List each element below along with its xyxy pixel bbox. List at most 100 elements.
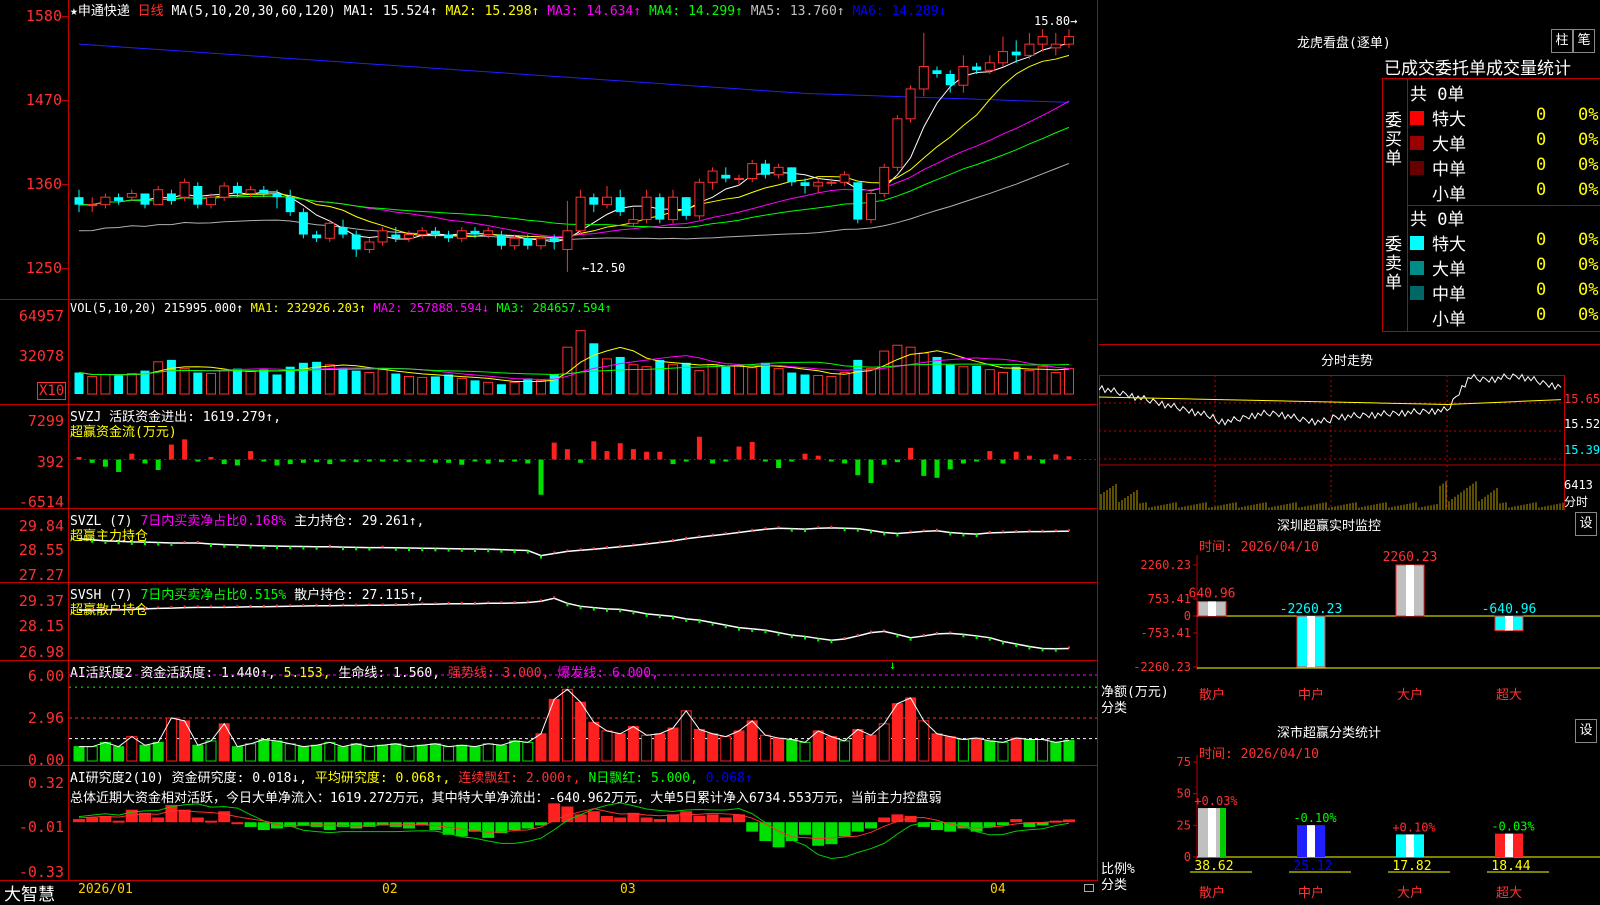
research-bar bbox=[205, 820, 217, 823]
activity-bar bbox=[126, 736, 138, 762]
candle-body bbox=[972, 66, 982, 71]
activity-bar bbox=[957, 739, 969, 762]
svsh-chart[interactable] bbox=[69, 584, 1097, 660]
volume-bar bbox=[364, 372, 375, 395]
candle-body bbox=[166, 193, 176, 201]
research-bar bbox=[548, 803, 561, 823]
candle-body bbox=[232, 186, 242, 194]
ai-active-chart[interactable]: ↓ bbox=[69, 661, 1097, 765]
activity-bar bbox=[482, 743, 494, 762]
classify-bar-1 bbox=[1297, 825, 1325, 857]
research-bar bbox=[1010, 819, 1023, 823]
ma5-line bbox=[78, 162, 1070, 241]
buy-row-2: 中单 0 0% bbox=[1410, 155, 1600, 180]
fund-flow-bar bbox=[1026, 455, 1032, 460]
volume-bar bbox=[206, 373, 216, 395]
monitor-cat-1: 中户 bbox=[1298, 687, 1324, 703]
row-name: 大单 bbox=[1432, 135, 1466, 155]
activity-bar bbox=[812, 730, 824, 762]
activity-bar bbox=[971, 737, 983, 762]
svzl-chart[interactable] bbox=[69, 511, 1097, 581]
candle-body bbox=[536, 237, 546, 247]
fund-flow-bar bbox=[142, 459, 148, 464]
volume-bar bbox=[998, 372, 1008, 395]
fund-flow-bar bbox=[947, 459, 953, 470]
activity-bar bbox=[86, 746, 98, 762]
research-bar bbox=[73, 819, 85, 823]
low-price-label: ←12.50 bbox=[582, 261, 626, 275]
volume-bar bbox=[721, 366, 731, 394]
research-bar bbox=[337, 822, 349, 827]
candle-body bbox=[391, 234, 401, 239]
legend-swatch bbox=[1410, 136, 1424, 150]
volume-bar bbox=[179, 368, 190, 395]
classify-cat-2: 大户 bbox=[1397, 885, 1423, 900]
activity-bar bbox=[641, 734, 653, 762]
fund-flow-bar bbox=[657, 451, 663, 460]
lock-icon[interactable] bbox=[1084, 884, 1094, 892]
candle-body bbox=[126, 192, 137, 198]
svzj-chart[interactable] bbox=[69, 410, 1097, 506]
buy-side-label: 委买单 bbox=[1385, 111, 1402, 169]
volume-bar bbox=[707, 364, 718, 395]
classify-bar-edge bbox=[1418, 834, 1424, 857]
intraday-tick-2: 15.39 bbox=[1564, 443, 1600, 457]
classify-ylabel-2: 分类 bbox=[1101, 878, 1128, 893]
activity-bar bbox=[258, 739, 270, 762]
row-count: 0 bbox=[1536, 130, 1547, 150]
classify-chart[interactable]: 7550250+0.03%38.62散户-0.10%25.12中户+0.10%1… bbox=[1099, 710, 1600, 900]
fund-flow-bar bbox=[89, 459, 95, 463]
fund-flow-bar bbox=[1040, 459, 1046, 464]
fund-flow-bar bbox=[498, 459, 504, 463]
kline-chart[interactable] bbox=[69, 18, 1097, 298]
volume-bar bbox=[945, 364, 955, 394]
ai-research-chart[interactable] bbox=[69, 766, 1097, 880]
activity-bar bbox=[891, 703, 903, 762]
stock-title[interactable]: ★申通快递 bbox=[70, 4, 130, 19]
activity-bar bbox=[878, 723, 890, 762]
volume-bar bbox=[972, 365, 982, 394]
x-tick-1: 02 bbox=[382, 882, 398, 897]
monitor-chart[interactable]: 2260.23 753.41 0 -753.41 -2260.23 640.96 散户 -22… bbox=[1099, 510, 1600, 710]
main-chart-area[interactable]: ★申通快递 日线 MA(5,10,20,30,60,120) MA1: 15.5… bbox=[0, 0, 1098, 905]
candle-body bbox=[259, 189, 269, 194]
row-name: 小单 bbox=[1432, 185, 1466, 205]
row-count: 0 bbox=[1536, 305, 1547, 325]
legend-swatch bbox=[1410, 311, 1424, 325]
vol-ma2: MA2: 257888.594↓ bbox=[373, 301, 490, 315]
volume-bar bbox=[1011, 366, 1021, 394]
legend-swatch bbox=[1410, 186, 1424, 200]
volume-chart[interactable] bbox=[69, 316, 1097, 398]
candle-body bbox=[984, 62, 995, 71]
row-pct: 0% bbox=[1578, 305, 1599, 325]
intraday-tick-0: 15.65 bbox=[1564, 392, 1600, 406]
activity-bar bbox=[205, 740, 217, 762]
volume-bar bbox=[549, 374, 559, 394]
fund-flow-bar bbox=[987, 451, 993, 460]
classify-bar-highlight bbox=[1505, 833, 1513, 857]
research-bar bbox=[878, 817, 891, 823]
monitor-bar-label-3: -640.96 bbox=[1482, 602, 1537, 617]
volume-bar bbox=[734, 365, 744, 395]
candle-body bbox=[932, 70, 942, 74]
svzj-tick-1: 392 bbox=[36, 453, 64, 471]
fund-flow-bar bbox=[564, 449, 570, 460]
candle-body bbox=[179, 181, 190, 198]
row-name: 大单 bbox=[1432, 260, 1466, 280]
research-bar bbox=[719, 817, 732, 823]
ai-research-tick-0: 0.32 bbox=[27, 774, 64, 792]
activity-bar bbox=[443, 746, 455, 762]
research-bar bbox=[759, 822, 772, 842]
classify-bar-edge bbox=[1517, 833, 1523, 857]
research-bar bbox=[614, 817, 627, 823]
candle-body bbox=[905, 88, 916, 120]
volume-bar bbox=[787, 372, 797, 394]
period-label[interactable]: 日线 bbox=[138, 4, 164, 19]
candle-body bbox=[562, 230, 573, 250]
sell-row-1: 大单 0 0% bbox=[1410, 255, 1600, 280]
fund-flow-bar bbox=[485, 459, 491, 464]
intraday-chart[interactable] bbox=[1099, 345, 1600, 510]
candle-body bbox=[1050, 43, 1061, 49]
row-pct: 0% bbox=[1578, 280, 1599, 300]
activity-bar bbox=[231, 746, 243, 762]
